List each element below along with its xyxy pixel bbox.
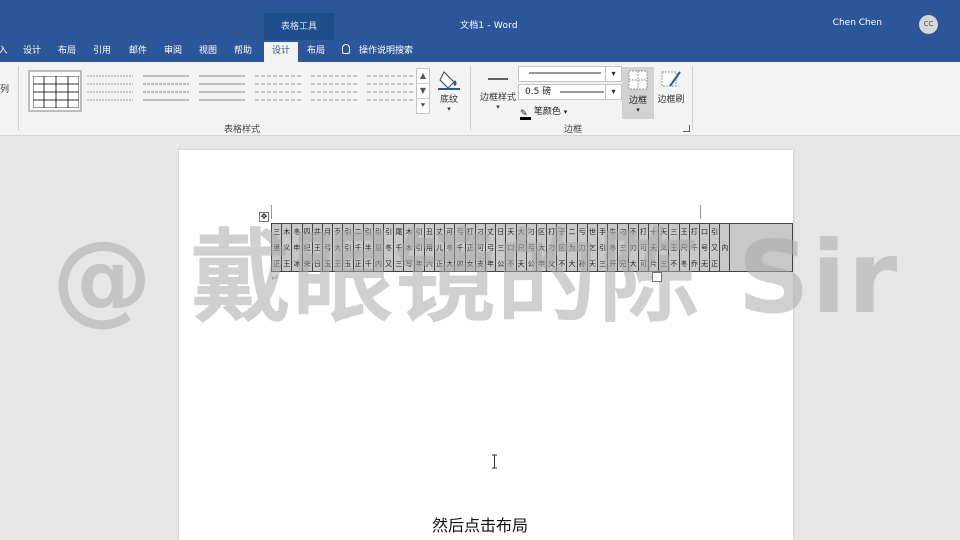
text-cursor-icon bbox=[492, 454, 497, 469]
lightbulb-icon bbox=[342, 44, 350, 54]
line-style-dropdown[interactable]: ▾ bbox=[518, 66, 622, 82]
borders-group-label: 边框 bbox=[564, 125, 583, 135]
table-style-5-icon bbox=[255, 75, 301, 101]
paint-bucket-icon bbox=[438, 71, 460, 90]
tab-insert[interactable]: 入 bbox=[0, 40, 10, 62]
table-styles-group-label: 表格样式 bbox=[224, 125, 261, 135]
tab-mailings[interactable]: 邮件 bbox=[124, 40, 152, 62]
table-style-grid[interactable] bbox=[28, 70, 82, 112]
weight-line-icon bbox=[560, 91, 605, 92]
table-style-4-icon bbox=[199, 75, 245, 101]
caption: 然后点击布局 bbox=[431, 516, 528, 535]
document-title: 文档1 - Word bbox=[460, 21, 518, 31]
table-style-6-icon bbox=[311, 75, 357, 101]
gallery-more-icon[interactable]: ⯆ bbox=[417, 99, 429, 114]
tab-help[interactable]: 帮助 bbox=[229, 40, 257, 62]
border-painter-button[interactable]: 边框刷 bbox=[656, 68, 686, 105]
first-column-label[interactable]: 列 bbox=[0, 82, 9, 95]
borders-label: 边框 bbox=[628, 96, 647, 106]
ribbon: 列 ▲ ▼ ⯆ 表格样式 底纹 ▾ 边框样式 ▾ ▾ 0.5 磅 ▾ ✎ 笔颜色… bbox=[0, 62, 960, 136]
title-bar: 表格工具 文档1 - Word Chen Chen CC bbox=[0, 0, 960, 40]
table-style-5[interactable] bbox=[252, 70, 306, 112]
tab-review[interactable]: 审阅 bbox=[159, 40, 187, 62]
table-resize-handle[interactable] bbox=[652, 272, 662, 282]
borders-icon bbox=[628, 70, 648, 90]
chevron-down-icon: ▾ bbox=[605, 67, 621, 81]
tab-design-doc[interactable]: 设计 bbox=[18, 40, 46, 62]
borders-button[interactable]: 边框 ▾ bbox=[622, 67, 654, 119]
table-style-3-icon bbox=[143, 75, 189, 101]
pen-color-button[interactable]: ✎ 笔颜色 ▾ bbox=[520, 104, 567, 120]
ribbon-separator bbox=[692, 66, 693, 130]
user-name[interactable]: Chen Chen bbox=[833, 18, 882, 28]
border-painter-icon bbox=[661, 71, 681, 87]
shading-label: 底纹 bbox=[439, 95, 458, 105]
border-styles-button[interactable]: 边框样式 ▾ bbox=[478, 70, 518, 111]
avatar[interactable]: CC bbox=[919, 15, 938, 34]
chevron-down-icon: ▾ bbox=[605, 85, 621, 99]
gallery-scroll[interactable]: ▲ ▼ ⯆ bbox=[416, 68, 430, 114]
watermark: @ 戴眼镜的陈 Sir bbox=[52, 219, 900, 336]
table-style-2-icon bbox=[87, 75, 133, 101]
line-style-preview-icon bbox=[529, 72, 601, 74]
tab-table-design[interactable]: 设计 bbox=[264, 40, 298, 62]
ribbon-separator bbox=[18, 66, 19, 130]
pen-icon: ✎ bbox=[520, 109, 531, 120]
tab-view[interactable]: 视图 bbox=[194, 40, 222, 62]
table-tools-context: 表格工具 bbox=[264, 13, 334, 40]
table-style-4[interactable] bbox=[196, 70, 250, 112]
tell-me-label: 操作说明搜索 bbox=[359, 46, 414, 56]
ribbon-tabs: 入 设计 布局 引用 邮件 审阅 视图 帮助 设计 布局 操作说明搜索 bbox=[0, 40, 960, 62]
table-style-6[interactable] bbox=[308, 70, 362, 112]
border-painter-label: 边框刷 bbox=[657, 95, 685, 105]
tell-me-search[interactable]: 操作说明搜索 bbox=[342, 40, 413, 62]
chevron-down-icon: ▾ bbox=[636, 106, 640, 114]
table-style-2[interactable] bbox=[84, 70, 138, 112]
pen-color-label: 笔颜色 bbox=[533, 107, 561, 117]
tab-layout-doc[interactable]: 布局 bbox=[53, 40, 81, 62]
border-style-icon bbox=[488, 78, 508, 80]
chevron-down-icon: ▾ bbox=[447, 105, 451, 113]
tab-table-layout[interactable]: 布局 bbox=[300, 40, 332, 62]
tab-references[interactable]: 引用 bbox=[88, 40, 116, 62]
border-styles-label: 边框样式 bbox=[479, 93, 516, 103]
scroll-up-icon[interactable]: ▲ bbox=[417, 69, 429, 84]
pen-weight-value: 0.5 磅 bbox=[525, 87, 552, 97]
chevron-down-icon: ▾ bbox=[563, 108, 568, 116]
ribbon-separator bbox=[470, 66, 471, 130]
dialog-launcher-icon[interactable] bbox=[683, 125, 690, 132]
chevron-down-icon: ▾ bbox=[496, 103, 500, 111]
table-style-7-icon bbox=[367, 75, 413, 101]
table-style-7[interactable] bbox=[364, 70, 418, 112]
table-styles-gallery bbox=[24, 66, 416, 116]
table-style-3[interactable] bbox=[140, 70, 194, 112]
pen-weight-dropdown[interactable]: 0.5 磅 ▾ bbox=[518, 84, 622, 100]
table-style-grid-icon bbox=[33, 76, 79, 108]
shading-button[interactable]: 底纹 ▾ bbox=[434, 68, 464, 113]
scroll-down-icon[interactable]: ▼ bbox=[417, 84, 429, 99]
